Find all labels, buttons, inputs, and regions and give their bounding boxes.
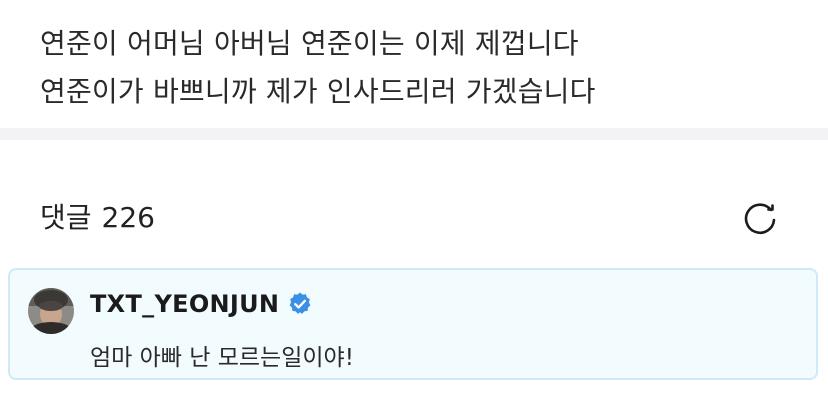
refresh-icon — [744, 203, 776, 235]
avatar[interactable] — [28, 288, 74, 334]
post-body: 연준이 어머님 아버님 연준이는 이제 제껍니다 연준이가 바쁘니까 제가 인사… — [40, 20, 800, 116]
comments-title: 댓글 226 — [40, 196, 155, 236]
avatar-image — [28, 288, 74, 334]
post-text-line-2: 연준이가 바쁘니까 제가 인사드리러 가겠습니다 — [40, 75, 596, 108]
comments-header: 댓글 226 — [40, 196, 155, 236]
author-name[interactable]: TXT_YEONJUN — [90, 290, 279, 318]
post-text-line-1: 연준이 어머님 아버님 연준이는 이제 제껍니다 — [40, 27, 579, 60]
verified-badge-icon — [289, 292, 311, 314]
refresh-button[interactable] — [740, 198, 780, 238]
section-divider — [0, 128, 828, 140]
comments-label: 댓글 — [40, 201, 92, 234]
comment-text: 엄마 아빠 난 모르는일이야! — [90, 345, 354, 371]
pinned-comment[interactable]: TXT_YEONJUN 엄마 아빠 난 모르는일이야! — [8, 268, 818, 380]
author-row: TXT_YEONJUN — [90, 288, 313, 320]
comments-count: 226 — [101, 201, 155, 234]
